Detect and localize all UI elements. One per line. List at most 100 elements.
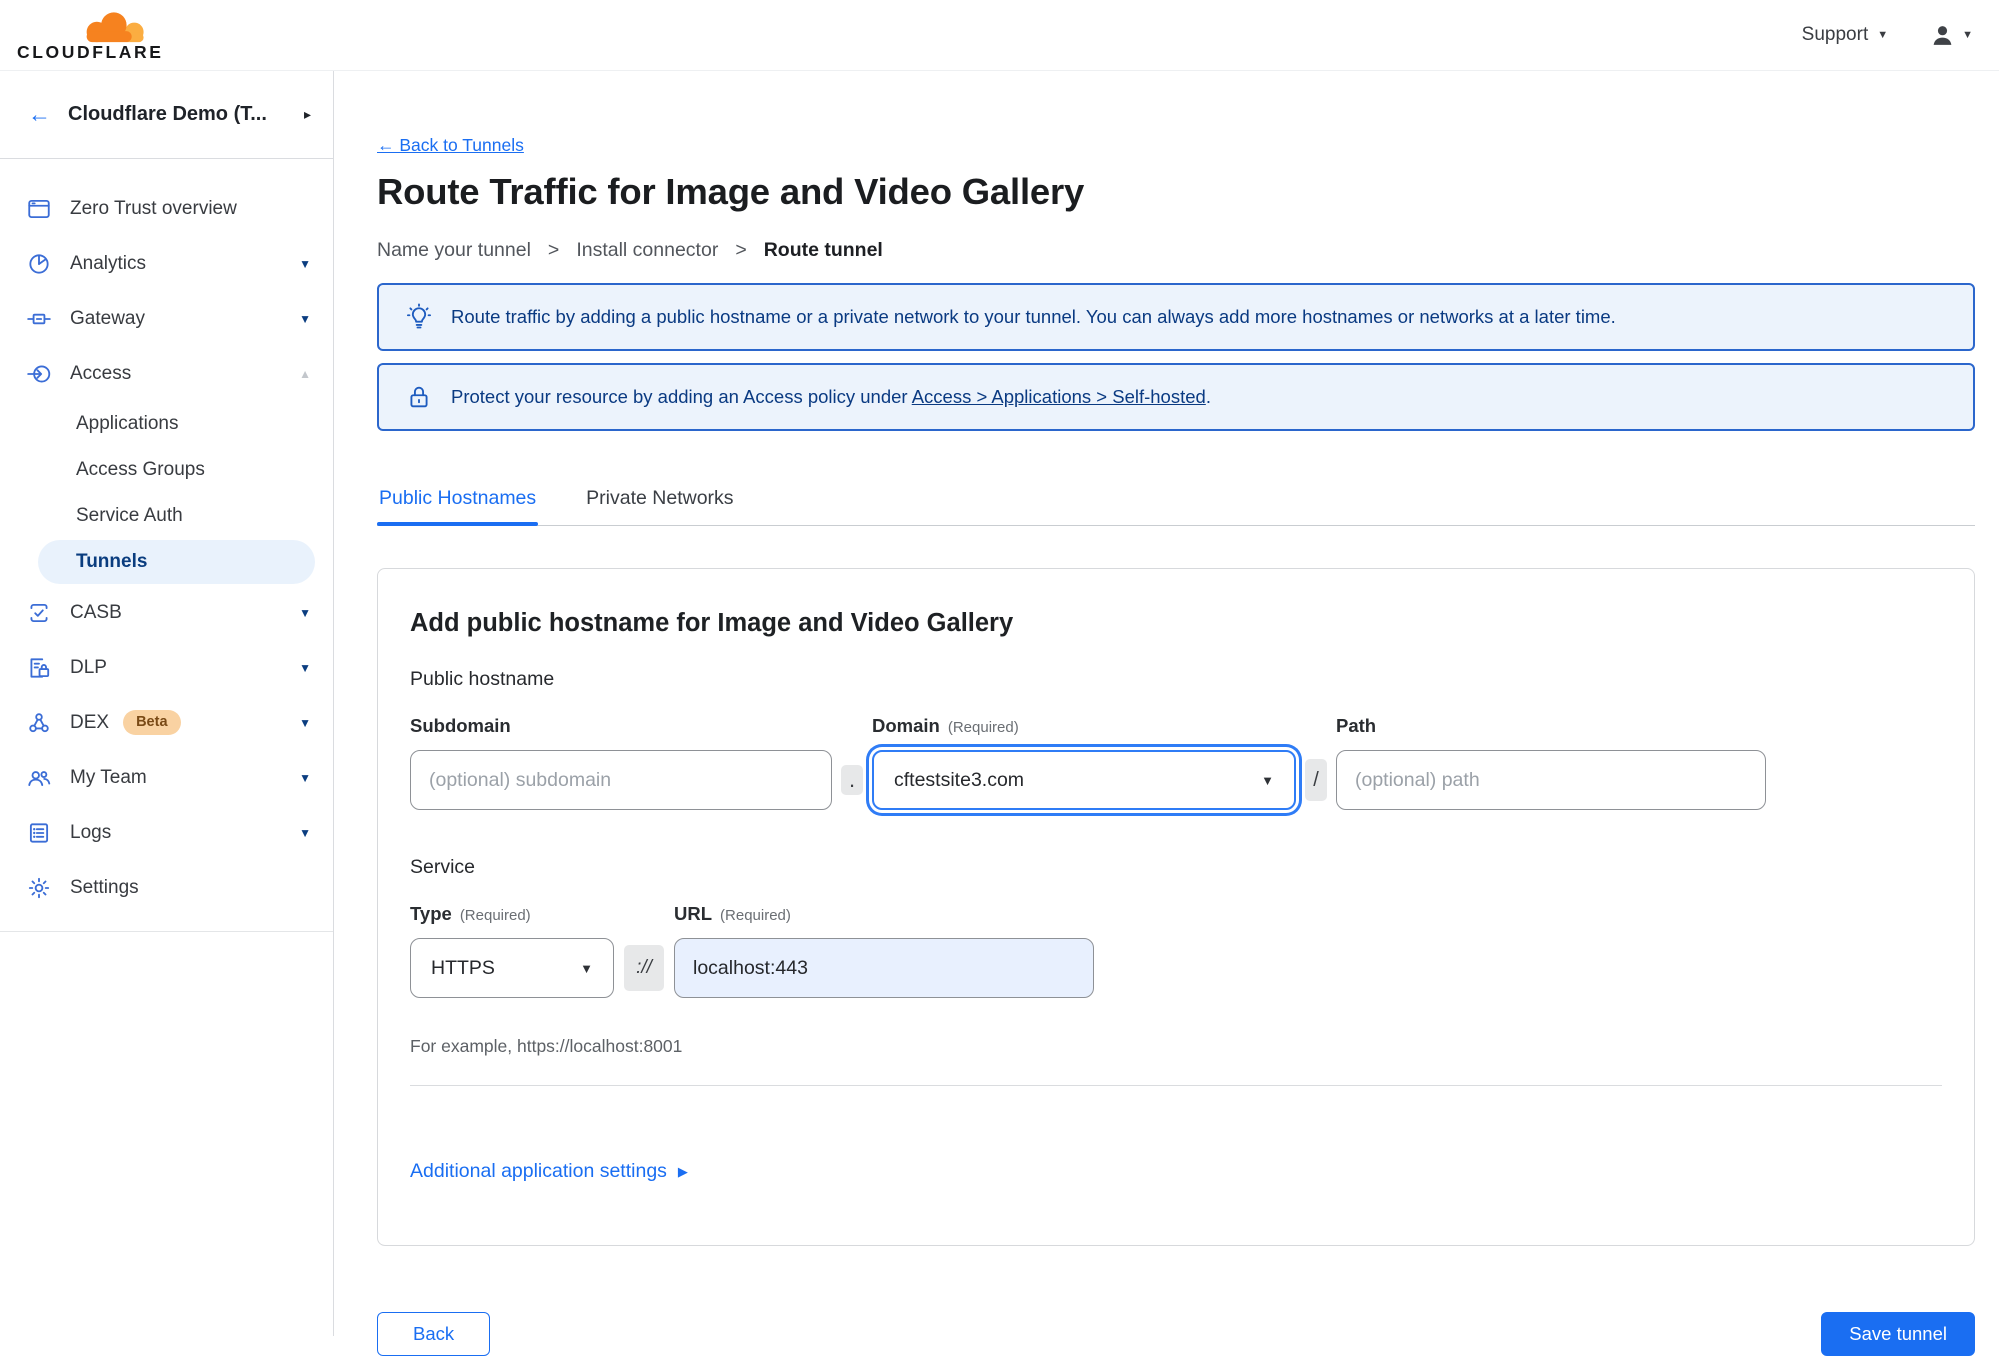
subdomain-input[interactable] [410, 750, 832, 810]
cloudflare-logo[interactable]: CLOUDFLARE [17, 9, 175, 62]
chevron-down-icon: ▼ [299, 770, 311, 785]
sidebar: ← Cloudflare Demo (T... ▸ Zero Trust ove… [0, 71, 334, 1336]
sidebar-item-applications[interactable]: Applications [0, 401, 333, 447]
sidebar-subitem-label: Applications [76, 413, 179, 434]
page-title: Route Traffic for Image and Video Galler… [377, 171, 1085, 212]
required-hint: (Required) [947, 719, 1019, 736]
back-arrow-icon[interactable]: ← [28, 103, 51, 126]
footer-actions: Back Save tunnel [377, 1312, 1975, 1356]
scheme-separator: :// [624, 945, 664, 991]
sidebar-item-casb[interactable]: CASB ▼ [0, 585, 333, 640]
tab-public-hostnames[interactable]: Public Hostnames [377, 487, 539, 526]
step-route-tunnel: Route tunnel [763, 239, 883, 261]
service-url-input[interactable] [674, 938, 1094, 998]
save-tunnel-button[interactable]: Save tunnel [1821, 1312, 1975, 1356]
sidebar-item-service-auth[interactable]: Service Auth [0, 493, 333, 539]
sidebar-item-zero-trust-overview[interactable]: Zero Trust overview [0, 181, 333, 236]
banner-text: Route traffic by adding a public hostnam… [451, 306, 1616, 327]
sidebar-item-dex[interactable]: DEX Beta ▼ [0, 695, 333, 750]
caret-right-icon: ▶ [677, 1163, 688, 1179]
dot-separator: . [841, 765, 863, 795]
gear-icon [26, 875, 52, 901]
sidebar-subitem-label: Service Auth [76, 505, 183, 526]
path-input[interactable] [1336, 750, 1766, 810]
sidebar-item-label: Settings [70, 876, 139, 898]
sidebar-item-analytics[interactable]: Analytics ▼ [0, 236, 333, 291]
back-to-tunnels-link[interactable]: ← Back to Tunnels [377, 135, 524, 156]
sidebar-subitem-label: Tunnels [76, 551, 148, 572]
cloudflare-wordmark: CLOUDFLARE [17, 41, 164, 62]
select-caret-icon: ▼ [580, 960, 593, 976]
support-menu[interactable]: Support ▼ [1802, 24, 1888, 46]
chevron-down-icon: ▼ [299, 715, 311, 730]
document-lock-icon [26, 655, 52, 681]
url-example-hint: For example, https://localhost:8001 [410, 1036, 683, 1056]
chevron-down-icon: ▼ [299, 311, 311, 326]
chevron-down-icon: ▼ [1962, 29, 1973, 41]
casb-check-icon [26, 600, 52, 626]
sidebar-item-label: Analytics [70, 252, 147, 274]
sidebar-item-label: Gateway [70, 307, 145, 329]
browser-window-icon [26, 196, 52, 222]
domain-label-text: Domain [872, 715, 940, 736]
back-button[interactable]: Back [377, 1312, 491, 1356]
account-name: Cloudflare Demo (T... [68, 103, 267, 125]
sidebar-item-logs[interactable]: Logs ▼ [0, 805, 333, 860]
account-switcher[interactable]: ← Cloudflare Demo (T... ▸ [0, 71, 333, 159]
select-caret-icon: ▼ [1261, 772, 1274, 788]
step-install-connector[interactable]: Install connector [576, 239, 718, 262]
card-divider [410, 1085, 1942, 1086]
sidebar-nav: Zero Trust overview Analytics ▼ Gateway [0, 159, 333, 932]
access-applications-self-hosted-link[interactable]: Access > Applications > Self-hosted [912, 386, 1206, 407]
sidebar-item-label: DEX [70, 711, 110, 733]
sidebar-item-label: Logs [70, 821, 112, 843]
banner-text: Protect your resource by adding an Acces… [451, 386, 1211, 408]
service-type-select[interactable]: HTTPS ▼ [410, 938, 614, 998]
lock-icon [405, 383, 433, 411]
pie-chart-icon [26, 251, 52, 277]
sidebar-item-settings[interactable]: Settings [0, 860, 333, 915]
user-menu[interactable]: ▼ [1930, 23, 1973, 48]
sidebar-subitem-label: Access Groups [76, 459, 205, 480]
chevron-down-icon: ▼ [1877, 29, 1889, 41]
hostname-field-row: Subdomain . Domain (Required) cftestsite3… [410, 715, 1942, 810]
caret-right-icon[interactable]: ▸ [304, 106, 311, 123]
public-hostname-group-label: Public hostname [410, 668, 555, 690]
domain-select[interactable]: cftestsite3.com ▼ [872, 750, 1296, 810]
slash-separator: / [1305, 759, 1327, 801]
network-nodes-icon [26, 710, 52, 736]
tab-private-networks[interactable]: Private Networks [584, 487, 735, 525]
support-label: Support [1801, 24, 1869, 45]
additional-settings-label: Additional application settings [410, 1160, 667, 1182]
banner-text-suffix: . [1205, 386, 1211, 407]
sidebar-item-label: CASB [70, 601, 122, 623]
sidebar-item-tunnels[interactable]: Tunnels [38, 540, 315, 584]
gateway-icon [26, 306, 52, 332]
service-group-label: Service [410, 856, 476, 878]
card-title: Add public hostname for Image and Video … [410, 609, 1014, 637]
main-content: ← Back to Tunnels Route Traffic for Imag… [334, 71, 1999, 1356]
chevron-up-icon: ▲ [299, 366, 311, 381]
sidebar-divider [0, 931, 333, 932]
additional-application-settings-toggle[interactable]: Additional application settings ▶ [410, 1160, 688, 1183]
breadcrumb-stepper: Name your tunnel > Install connector > R… [377, 239, 1975, 262]
type-label: Type (Required) [410, 903, 614, 925]
chevron-down-icon: ▼ [299, 660, 311, 675]
required-hint: (Required) [720, 907, 791, 924]
subdomain-label: Subdomain [410, 715, 511, 736]
step-separator: > [735, 239, 747, 261]
step-name-your-tunnel[interactable]: Name your tunnel [377, 239, 531, 262]
sidebar-item-access[interactable]: Access ▲ [0, 346, 333, 401]
service-field-row: Type (Required) HTTPS ▼ :// URL (Required) [410, 903, 1942, 998]
top-bar: CLOUDFLARE Support ▼ ▼ [0, 0, 1999, 71]
sidebar-item-my-team[interactable]: My Team ▼ [0, 750, 333, 805]
domain-select-value: cftestsite3.com [894, 768, 1025, 791]
sidebar-item-access-groups[interactable]: Access Groups [0, 447, 333, 493]
sidebar-item-dlp[interactable]: DLP ▼ [0, 640, 333, 695]
required-hint: (Required) [459, 907, 531, 924]
hostname-tabs: Public Hostnames Private Networks [377, 487, 1975, 526]
route-traffic-info-banner: Route traffic by adding a public hostnam… [377, 283, 1975, 351]
access-policy-banner: Protect your resource by adding an Acces… [377, 363, 1975, 431]
sidebar-item-gateway[interactable]: Gateway ▼ [0, 291, 333, 346]
sidebar-item-label: DLP [70, 656, 107, 678]
